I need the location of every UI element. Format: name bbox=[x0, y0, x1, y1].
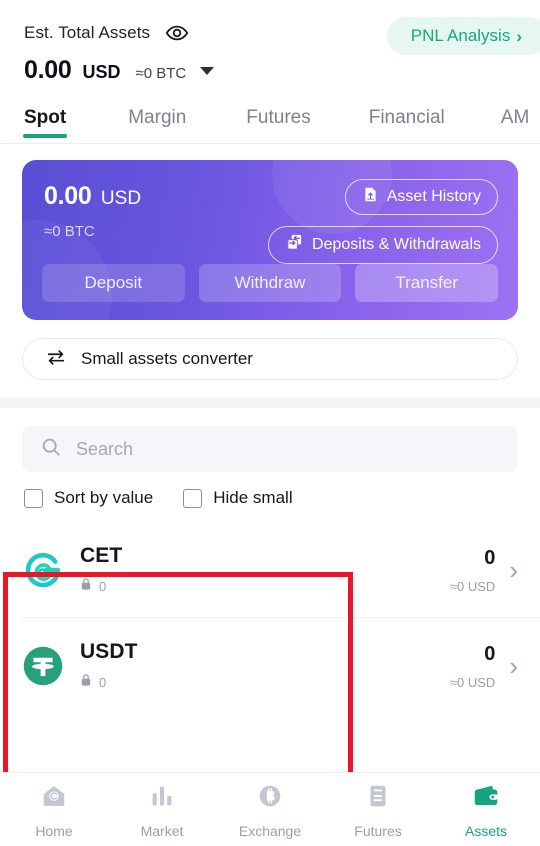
coin-locked-row: 0 bbox=[80, 577, 450, 596]
filter-row: Sort by value Hide small bbox=[0, 472, 540, 508]
sort-by-value-label: Sort by value bbox=[54, 488, 154, 507]
tab-futures-label: Futures bbox=[246, 107, 311, 128]
sort-by-value-checkbox[interactable] bbox=[24, 488, 43, 508]
tab-amm-label: AM bbox=[500, 107, 530, 128]
search-icon bbox=[40, 436, 62, 463]
coin-usd-value: ≈0 USD bbox=[449, 578, 496, 594]
tab-amm[interactable]: AM bbox=[501, 107, 530, 143]
total-btc-equivalent: ≈0 BTC bbox=[135, 65, 187, 82]
pnl-analysis-button[interactable]: PNL Analysis › bbox=[386, 17, 540, 55]
eye-icon[interactable] bbox=[164, 20, 190, 46]
deposits-withdrawals-label: Deposits & Withdrawals bbox=[312, 236, 481, 253]
nav-item-exchange[interactable]: Exchange bbox=[216, 781, 324, 839]
tab-financial-label: Financial bbox=[368, 107, 445, 128]
filter-hide-small[interactable]: Hide small bbox=[183, 488, 293, 508]
wallet-icon bbox=[471, 781, 501, 816]
coin-values: 0 ≈0 USD bbox=[450, 547, 495, 594]
nav-item-assets[interactable]: Assets bbox=[432, 781, 540, 839]
filter-sort-by-value[interactable]: Sort by value bbox=[24, 488, 153, 508]
transfer-pages-icon bbox=[285, 233, 304, 257]
category-tabs[interactable]: Spot Margin Futures Financial AM bbox=[23, 85, 529, 143]
chevron-down-icon[interactable] bbox=[200, 67, 215, 75]
coin-symbol: CET bbox=[80, 544, 123, 567]
balance-card: 0.00 USD ≈0 BTC Asset History Deposits &… bbox=[22, 160, 518, 320]
asset-history-button[interactable]: Asset History bbox=[344, 179, 498, 215]
tab-spot[interactable]: Spot bbox=[23, 107, 68, 143]
search-container bbox=[0, 408, 540, 472]
coin-balance: 0 bbox=[484, 642, 496, 665]
lock-icon bbox=[80, 577, 92, 596]
pnl-analysis-label: PNL Analysis bbox=[410, 26, 511, 45]
chevron-right-icon: › bbox=[516, 26, 522, 46]
coin-symbol: USDT bbox=[80, 640, 138, 663]
nav-home-label: Home bbox=[35, 822, 73, 839]
coin-values: 0 ≈0 USD bbox=[450, 643, 495, 690]
tab-margin[interactable]: Margin bbox=[128, 107, 186, 143]
chevron-right-icon[interactable]: › bbox=[509, 653, 518, 679]
coin-locked-amount: 0 bbox=[99, 675, 107, 690]
converter-label: Small assets converter bbox=[81, 349, 253, 368]
swap-arrows-icon bbox=[45, 346, 67, 373]
table-row[interactable]: CET 0 0 ≈0 USD › bbox=[0, 522, 540, 618]
tab-financial[interactable]: Financial bbox=[369, 107, 445, 143]
small-assets-converter-button[interactable]: Small assets converter bbox=[22, 338, 518, 380]
bottom-navigation: Home Market Exchange Futures Assets bbox=[0, 772, 540, 846]
assets-screen: Est. Total Assets 0.00 USD ≈0 BTC PNL An… bbox=[0, 0, 540, 846]
coin-info: CET 0 bbox=[80, 544, 450, 596]
asset-list: CET 0 0 ≈0 USD › USDT 0 0 ≈0 USD › bbox=[0, 522, 540, 714]
coin-locked-amount: 0 bbox=[99, 579, 107, 594]
hide-small-label: Hide small bbox=[213, 488, 293, 507]
search-input[interactable] bbox=[76, 438, 500, 460]
section-separator bbox=[0, 398, 540, 408]
tab-spot-label: Spot bbox=[24, 107, 67, 128]
header: Est. Total Assets 0.00 USD ≈0 BTC PNL An… bbox=[0, 0, 540, 143]
converter-container: Small assets converter bbox=[0, 320, 540, 380]
tab-margin-label: Margin bbox=[128, 107, 187, 128]
home-icon bbox=[39, 781, 69, 816]
tab-futures[interactable]: Futures bbox=[246, 107, 310, 143]
deposit-button[interactable]: Deposit bbox=[42, 264, 185, 302]
coin-balance: 0 bbox=[484, 546, 496, 569]
transfer-button[interactable]: Transfer bbox=[355, 264, 499, 302]
bar-chart-icon bbox=[147, 781, 177, 816]
contract-doc-icon bbox=[363, 781, 393, 816]
bitcoin-circle-icon bbox=[255, 781, 285, 816]
nav-futures-label: Futures bbox=[354, 822, 402, 839]
nav-item-home[interactable]: Home bbox=[0, 781, 108, 839]
card-amount: 0.00 bbox=[44, 182, 92, 210]
nav-market-label: Market bbox=[140, 822, 184, 839]
usdt-coin-icon bbox=[22, 645, 64, 687]
total-currency: USD bbox=[82, 62, 121, 82]
search-bar[interactable] bbox=[22, 426, 518, 472]
nav-item-market[interactable]: Market bbox=[108, 781, 216, 839]
cet-coin-icon bbox=[22, 549, 64, 591]
hide-small-checkbox[interactable] bbox=[183, 488, 203, 508]
header-amount-row: 0.00 USD ≈0 BTC bbox=[24, 56, 516, 85]
total-amount: 0.00 bbox=[24, 56, 72, 84]
card-action-row: Deposit Withdraw Transfer bbox=[42, 264, 499, 302]
chevron-right-icon[interactable]: › bbox=[509, 557, 518, 583]
table-row[interactable]: USDT 0 0 ≈0 USD › bbox=[0, 618, 540, 714]
coin-usd-value: ≈0 USD bbox=[449, 674, 496, 690]
lock-icon bbox=[80, 673, 92, 692]
est-total-assets-label: Est. Total Assets bbox=[24, 23, 151, 42]
coin-locked-row: 0 bbox=[80, 673, 450, 692]
balance-card-container: 0.00 USD ≈0 BTC Asset History Deposits &… bbox=[0, 144, 540, 320]
coin-info: USDT 0 bbox=[80, 640, 450, 692]
card-currency: USD bbox=[100, 188, 142, 209]
nav-item-futures[interactable]: Futures bbox=[324, 781, 432, 839]
nav-assets-label: Assets bbox=[464, 822, 507, 839]
tab-active-underline bbox=[23, 134, 68, 138]
nav-exchange-label: Exchange bbox=[238, 822, 302, 839]
card-pill-group: Asset History Deposits & Withdrawals bbox=[268, 179, 498, 264]
asset-history-label: Asset History bbox=[386, 188, 481, 205]
deposits-withdrawals-button[interactable]: Deposits & Withdrawals bbox=[268, 226, 498, 264]
document-upload-icon bbox=[362, 186, 379, 208]
withdraw-button[interactable]: Withdraw bbox=[198, 264, 342, 302]
